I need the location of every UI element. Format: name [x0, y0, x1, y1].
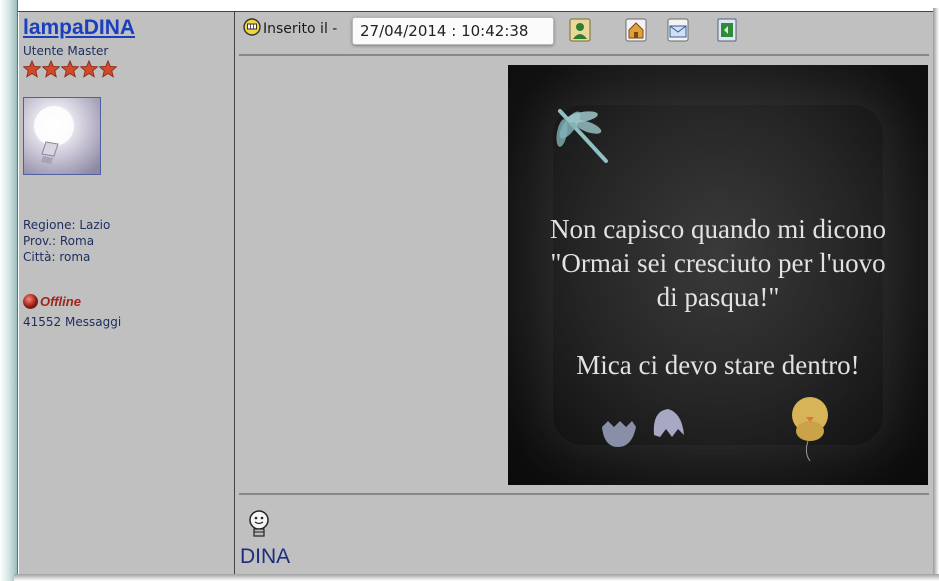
post-date: 27/04/2014: [360, 22, 447, 40]
post-panel: Inserito il - 27/04/2014 : 10:42:38 Non …: [235, 12, 933, 574]
header-separator: [239, 54, 929, 56]
user-region: Regione: Lazio: [23, 218, 111, 232]
quote-line: "Ormai sei cresciuto per l'uovo: [550, 248, 886, 278]
homepage-icon[interactable]: [625, 18, 647, 42]
reply-quote-icon[interactable]: [716, 18, 738, 42]
online-status: Offline: [23, 294, 81, 309]
post-icon: [243, 18, 261, 36]
rank-stars: [23, 60, 117, 78]
chick-icon: [792, 397, 828, 462]
eggshell-icon: [602, 409, 684, 447]
user-info-panel: lampaDINA Utente Master Regione: Lazio P…: [19, 12, 234, 574]
post-timestamp: 27/04/2014 : 10:42:38: [352, 17, 554, 45]
dragonfly-icon: [556, 109, 608, 163]
profile-icon[interactable]: [569, 18, 591, 42]
lightbulb-icon: [34, 106, 74, 164]
quote-line: Non capisco quando mi dicono: [550, 214, 886, 244]
inserted-label: Inserito il -: [263, 21, 338, 37]
post-time: 10:42:38: [461, 22, 529, 40]
star-icon: [80, 60, 98, 78]
quote-line: di pasqua!": [656, 282, 780, 312]
offline-icon: [23, 294, 38, 309]
star-icon: [99, 60, 117, 78]
lightbulb-icon: [249, 510, 269, 537]
username-link[interactable]: lampaDINA: [23, 16, 135, 40]
signature-separator: [239, 493, 929, 495]
post-image: Non capisco quando mi dicono "Ormai sei …: [508, 65, 928, 485]
user-rank: Utente Master: [23, 44, 109, 58]
avatar: [23, 97, 101, 175]
signature-text: DINA: [240, 545, 291, 568]
user-province: Prov.: Roma: [23, 234, 95, 248]
email-icon[interactable]: [667, 18, 689, 42]
forum-post-frame: lampaDINA Utente Master Regione: Lazio P…: [0, 0, 939, 581]
window-edge: [0, 0, 18, 581]
user-city: Città: roma: [23, 250, 91, 264]
status-label: Offline: [40, 294, 81, 309]
star-icon: [61, 60, 79, 78]
timestamp-separator: :: [451, 22, 457, 40]
star-icon: [23, 60, 41, 78]
star-icon: [42, 60, 60, 78]
message-count: 41552 Messaggi: [23, 315, 122, 329]
quote-line: Mica ci devo stare dentro!: [576, 350, 860, 380]
